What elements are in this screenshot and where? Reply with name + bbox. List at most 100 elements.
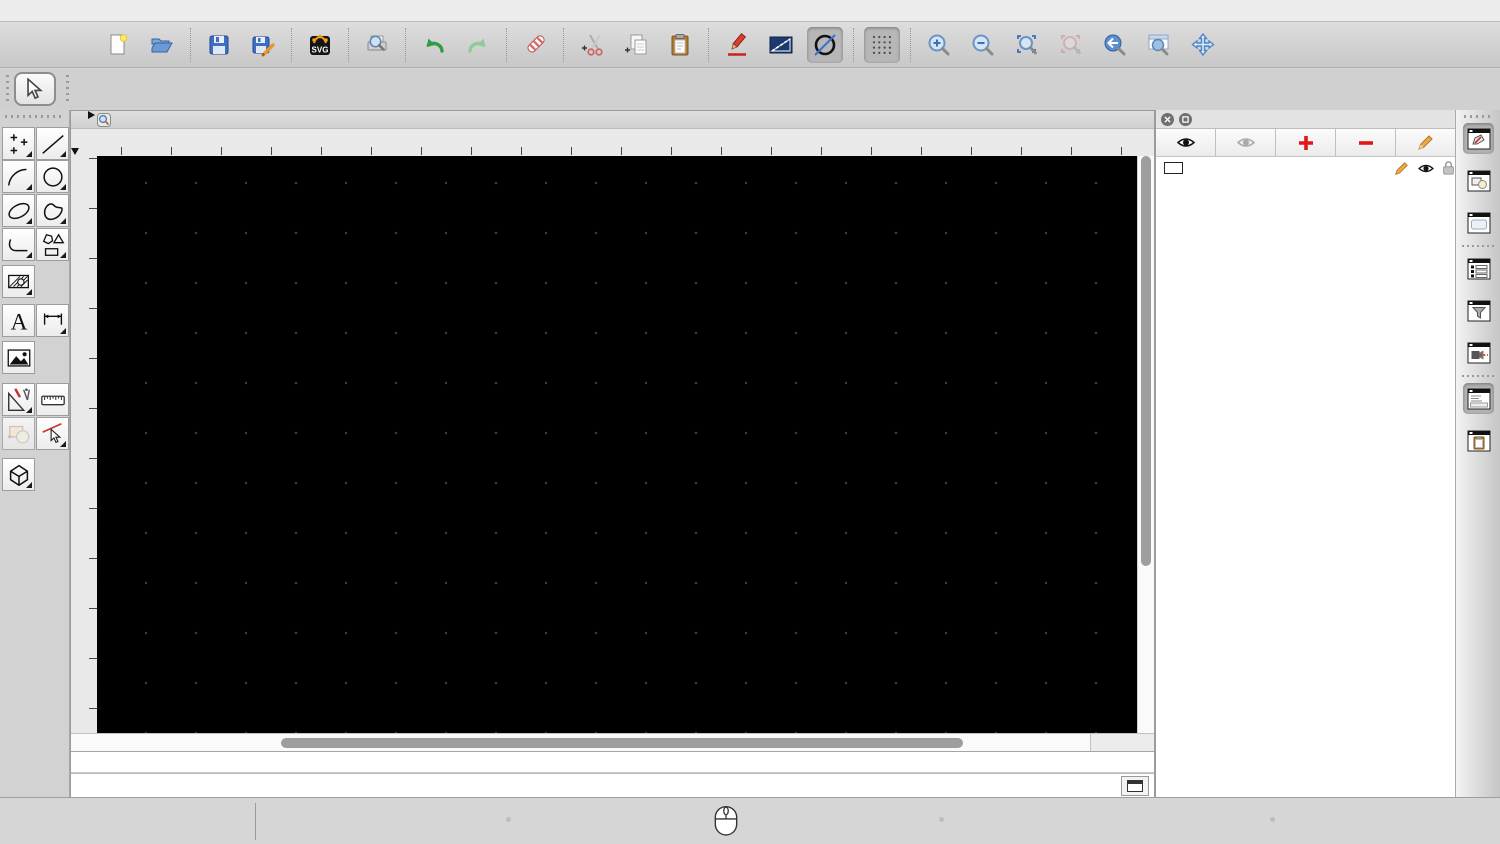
- projector-dock-button[interactable]: [1463, 337, 1494, 368]
- line-icon: [41, 134, 64, 154]
- delete-button[interactable]: [517, 27, 553, 63]
- main-toolbar: SVG: [0, 22, 1500, 68]
- measure-tools-button[interactable]: [36, 383, 69, 416]
- toolbar-separator: [291, 27, 292, 62]
- zoom-back-button[interactable]: [1097, 27, 1133, 63]
- clipboard-dock-button[interactable]: [1463, 425, 1494, 456]
- dock-handle: [1464, 115, 1492, 118]
- horizontal-scrollbar-row: [71, 733, 1154, 752]
- entity-list-dock-icon: [1467, 258, 1490, 279]
- attributes-icon: [769, 36, 793, 53]
- horizontal-scroll-thumb[interactable]: [281, 737, 963, 748]
- command-line-dock-button[interactable]: [1463, 383, 1494, 414]
- open-file-button[interactable]: [144, 27, 180, 63]
- points-tool-button[interactable]: [2, 127, 35, 160]
- command-detach-button[interactable]: [1121, 776, 1149, 796]
- zoom-pan-icon: [1191, 32, 1215, 56]
- line-tool-button[interactable]: [36, 127, 69, 160]
- vertical-scrollbar[interactable]: [1137, 156, 1154, 733]
- layer-edit-icon[interactable]: [1394, 161, 1409, 176]
- select-entity-button[interactable]: [36, 417, 69, 450]
- new-file-button[interactable]: [100, 27, 136, 63]
- eraser-icon: [527, 34, 545, 53]
- print-preview-icon: [367, 35, 387, 51]
- block-list-dock-button[interactable]: [1463, 165, 1494, 196]
- library-browser-dock-icon: [1467, 212, 1490, 233]
- circle-icon: [42, 166, 63, 187]
- text-icon: A: [10, 309, 27, 335]
- edit-layer-button[interactable]: [1396, 129, 1455, 156]
- entity-attributes-button[interactable]: [763, 27, 799, 63]
- image-icon: [7, 348, 30, 367]
- remove-layer-button[interactable]: [1336, 129, 1396, 156]
- dimension-tool-button[interactable]: [36, 304, 69, 337]
- v-ruler-label: [71, 156, 97, 183]
- hide-all-layers-button[interactable]: [1216, 129, 1276, 156]
- vertical-scroll-thumb[interactable]: [1141, 156, 1151, 566]
- undo-button[interactable]: [416, 27, 452, 63]
- circle-tool-button[interactable]: [36, 160, 69, 193]
- block-edit-button[interactable]: [2, 417, 35, 450]
- zoom-window-button[interactable]: [1141, 27, 1177, 63]
- layer-list-dock-button[interactable]: [1463, 123, 1494, 154]
- horizontal-ruler: [71, 129, 1154, 156]
- show-all-layers-button[interactable]: [1156, 129, 1216, 156]
- select-tool-button[interactable]: [14, 72, 56, 106]
- panel-float-button[interactable]: [1179, 113, 1192, 126]
- solid-3d-button[interactable]: [2, 458, 35, 491]
- status-bar: [0, 797, 1500, 844]
- grid-icon: [872, 35, 891, 54]
- zoom-pan-button[interactable]: [1185, 27, 1221, 63]
- entity-list-dock-button[interactable]: [1463, 253, 1494, 284]
- tool-options-bar: [0, 69, 1500, 110]
- modify-tools-button[interactable]: [2, 383, 35, 416]
- save-button[interactable]: [201, 27, 237, 63]
- copy-icon: [625, 34, 647, 54]
- svg-export-button[interactable]: SVG: [302, 27, 338, 63]
- zoom-previous-button[interactable]: [1053, 27, 1089, 63]
- layer-lock-icon[interactable]: [1442, 160, 1455, 176]
- copy-button[interactable]: [618, 27, 654, 63]
- hatch-tool-button[interactable]: [2, 265, 35, 298]
- paste-button[interactable]: [662, 27, 698, 63]
- pen-attributes-button[interactable]: [719, 27, 755, 63]
- document-title-bar[interactable]: [71, 111, 1154, 129]
- save-as-button[interactable]: [245, 27, 281, 63]
- print-preview-button[interactable]: [359, 27, 395, 63]
- draft-mode-toggle[interactable]: [807, 26, 843, 63]
- horizontal-scrollbar[interactable]: [71, 734, 1091, 752]
- close-icon: [1164, 116, 1171, 123]
- spline-icon: [43, 202, 63, 220]
- dimension-icon: [43, 313, 62, 325]
- polygon-tool-button[interactable]: [36, 228, 69, 261]
- library-browser-dock-button[interactable]: [1463, 207, 1494, 238]
- status-dot: [939, 817, 944, 822]
- command-input[interactable]: [163, 776, 1112, 795]
- cut-button[interactable]: [574, 27, 610, 63]
- command-input-row: [71, 773, 1154, 798]
- zoom-out-button[interactable]: [965, 27, 1001, 63]
- layer-swatch[interactable]: [1164, 162, 1183, 174]
- drawing-canvas[interactable]: [97, 156, 1139, 733]
- document-window: [70, 110, 1155, 798]
- eye-open-icon: [1176, 138, 1195, 147]
- text-tool-button[interactable]: A: [2, 304, 35, 337]
- command-history: [71, 751, 1154, 773]
- panel-close-button[interactable]: [1161, 113, 1174, 126]
- selection-filter-dock-button[interactable]: [1463, 295, 1494, 326]
- zoom-in-button[interactable]: [921, 27, 957, 63]
- polyline-tool-button[interactable]: [2, 228, 35, 261]
- spline-tool-button[interactable]: [36, 194, 69, 227]
- layer-row[interactable]: [1156, 157, 1455, 179]
- image-tool-button[interactable]: [2, 341, 35, 374]
- arc-tool-button[interactable]: [2, 160, 35, 193]
- new-file-icon: [110, 33, 128, 54]
- layer-visibility-icon[interactable]: [1417, 162, 1435, 175]
- ellipse-tool-button[interactable]: [2, 194, 35, 227]
- vertical-ruler: [71, 156, 97, 733]
- layer-toolbar: [1156, 129, 1455, 157]
- zoom-auto-button[interactable]: [1009, 27, 1045, 63]
- grid-toggle[interactable]: [864, 26, 900, 63]
- add-layer-button[interactable]: [1276, 129, 1336, 156]
- redo-button[interactable]: [460, 27, 496, 63]
